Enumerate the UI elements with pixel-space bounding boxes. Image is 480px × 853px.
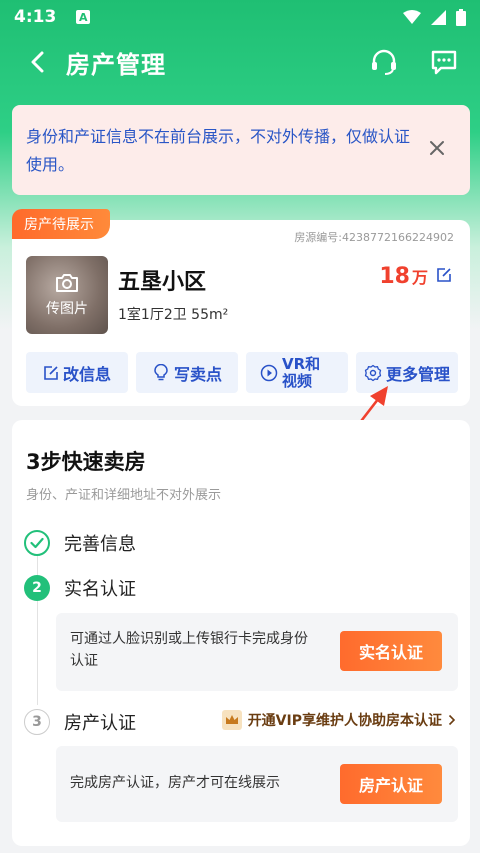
- page-title: 房产管理: [66, 50, 166, 79]
- navigation-bar: 房产管理: [0, 34, 480, 90]
- camera-icon: [56, 274, 78, 292]
- edit-icon: [44, 365, 58, 380]
- listing-code: 房源编号:4238772166224902: [294, 231, 454, 244]
- chevron-left-icon: [31, 51, 44, 73]
- chevron-right-icon: [448, 714, 456, 726]
- step2-label: 实名认证: [64, 579, 136, 600]
- lightbulb-icon: [154, 363, 168, 380]
- battery-icon: [456, 8, 466, 26]
- close-icon[interactable]: [426, 137, 448, 159]
- step2-panel: 可通过人脸识别或上传银行卡完成身份认证 实名认证: [56, 613, 458, 691]
- step2-number: 2: [24, 575, 50, 601]
- upload-photo-button[interactable]: 传图片: [26, 256, 108, 334]
- steps-title: 3步快速卖房: [26, 450, 146, 474]
- step2-panel-text: 可通过人脸识别或上传银行卡完成身份认证: [70, 631, 308, 669]
- property-name: 五垦小区: [118, 270, 207, 295]
- message-button[interactable]: [428, 46, 460, 78]
- property-verify-button[interactable]: 房产认证: [340, 764, 442, 804]
- customer-service-button[interactable]: [368, 46, 400, 78]
- price-value: 18: [379, 264, 410, 289]
- status-badge: 房产待展示: [12, 209, 110, 239]
- step1-label: 完善信息: [64, 534, 136, 555]
- selling-points-label: 写卖点: [173, 364, 222, 384]
- notice-text: 身份和产证信息不在前台展示，不对外传播，仅做认证使用。: [26, 127, 411, 174]
- edit-info-label: 改信息: [62, 364, 111, 384]
- more-management-label: 更多管理: [385, 364, 450, 384]
- headset-icon: [372, 49, 396, 75]
- crown-icon: [221, 710, 242, 730]
- gear-icon: [364, 364, 382, 381]
- step3-panel: 完成房产认证，房产才可在线展示 房产认证: [56, 746, 458, 822]
- check-icon: [24, 530, 50, 556]
- step3-label: 房产认证: [64, 713, 136, 734]
- steps-subtitle: 身份、产证和详细地址不对外展示: [26, 488, 222, 503]
- status-time: 4:13: [14, 7, 57, 27]
- status-bar: 4:13 A: [0, 0, 480, 34]
- step3-number: 3: [24, 709, 50, 735]
- edit-price-icon[interactable]: [436, 267, 452, 283]
- step3-panel-text: 完成房产认证，房产才可在线展示: [70, 775, 280, 791]
- vip-text: 开通VIP享维护人协助房本认证: [247, 713, 442, 729]
- vip-assist-link[interactable]: 开通VIP享维护人协助房本认证: [221, 710, 456, 730]
- quick-sell-steps: 3步快速卖房 身份、产证和详细地址不对外展示 完善信息 2 实名认证 可通过人脸…: [12, 420, 470, 846]
- play-icon: [260, 364, 278, 381]
- notification-a-icon: A: [76, 10, 91, 24]
- price[interactable]: 18 万: [379, 264, 452, 289]
- edit-info-button[interactable]: 改信息: [26, 352, 128, 393]
- back-button[interactable]: [20, 45, 54, 79]
- signal-icon: [431, 9, 446, 25]
- wifi-icon: [403, 10, 421, 24]
- chat-icon: [431, 50, 457, 75]
- selling-points-button[interactable]: 写卖点: [136, 352, 238, 393]
- price-unit: 万: [411, 268, 428, 287]
- status-indicators: [403, 8, 466, 26]
- real-name-verify-button[interactable]: 实名认证: [340, 631, 442, 671]
- privacy-notice: 身份和产证信息不在前台展示，不对外传播，仅做认证使用。: [12, 105, 470, 195]
- photo-label: 传图片: [46, 301, 88, 317]
- property-card: 房产待展示 房源编号:4238772166224902 传图片 五垦小区 1室1…: [12, 209, 470, 406]
- property-spec: 1室1厅2卫 55m²: [118, 307, 229, 323]
